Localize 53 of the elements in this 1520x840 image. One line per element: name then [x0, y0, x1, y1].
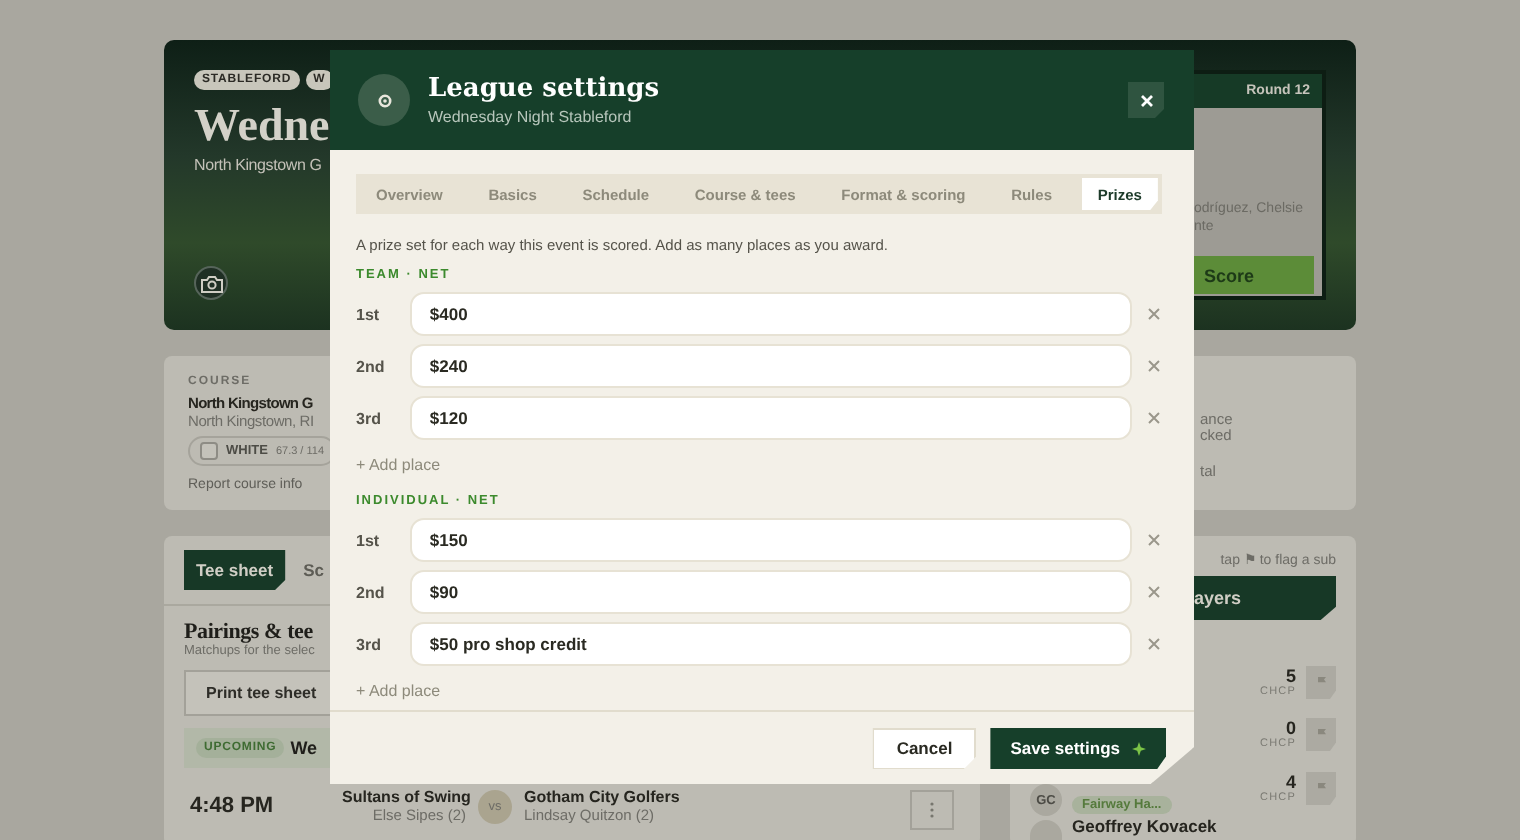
- dialog-subtitle: Wednesday Night Stableford: [428, 108, 634, 126]
- place-label: 3rd: [356, 635, 383, 653]
- place-label: 1st: [356, 531, 382, 549]
- close-icon: [1148, 360, 1160, 372]
- dialog-title: League settings: [428, 74, 662, 104]
- player-name: Geoffrey Kovacek: [1072, 818, 1217, 836]
- tee-time: 4:48 PM: [190, 794, 276, 818]
- close-icon: [1148, 638, 1160, 650]
- place-label: 2nd: [356, 583, 387, 601]
- place-label: 1st: [356, 305, 382, 323]
- course-name: North Kingstown G: [194, 156, 322, 175]
- more-button[interactable]: [910, 790, 954, 830]
- prize-field[interactable]: $50 pro shop credit: [409, 622, 1133, 666]
- camera-icon[interactable]: [194, 266, 228, 300]
- flag-button[interactable]: [1306, 717, 1336, 751]
- remove-button[interactable]: [1146, 532, 1162, 548]
- section-title: Pairings & tee: [184, 620, 313, 644]
- remove-button[interactable]: [1146, 358, 1162, 374]
- prize-field[interactable]: $150: [409, 518, 1133, 562]
- tee-tab[interactable]: Tee sheet: [184, 550, 286, 590]
- prize-field[interactable]: $400: [409, 292, 1133, 336]
- close-icon: [1148, 308, 1160, 320]
- close-icon: [1148, 586, 1160, 598]
- remove-button[interactable]: [1146, 306, 1162, 322]
- flag-icon: [1315, 782, 1327, 794]
- remove-button[interactable]: [1146, 584, 1162, 600]
- close-button[interactable]: [1128, 82, 1164, 118]
- league-icon: [358, 74, 410, 126]
- prize-field[interactable]: $90: [409, 570, 1133, 614]
- prize-field[interactable]: $120: [409, 396, 1133, 440]
- tee-swatch: [200, 442, 218, 460]
- place-label: 2nd: [356, 357, 387, 375]
- cancel-button[interactable]: Cancel: [872, 727, 977, 769]
- flag-button[interactable]: [1306, 771, 1336, 805]
- prize-field[interactable]: $240: [409, 344, 1133, 388]
- close-icon: [1148, 412, 1160, 424]
- save-button[interactable]: Save settings: [990, 727, 1166, 769]
- handicap-value: 0: [1283, 718, 1296, 738]
- flag-icon: [1315, 728, 1327, 740]
- flag-button[interactable]: [1306, 665, 1336, 699]
- close-icon: [1139, 93, 1153, 107]
- remove-button[interactable]: [1146, 410, 1162, 426]
- team-name: Sultans of Swing: [342, 788, 466, 806]
- status-text: We: [290, 738, 318, 758]
- flag-icon: [1315, 676, 1327, 688]
- sparkle-icon: [1132, 741, 1146, 755]
- handicap-value: 5: [1283, 666, 1296, 686]
- place-label: 3rd: [356, 409, 383, 427]
- event-title: Wedne: [194, 100, 330, 151]
- team-name: Gotham City Golfers: [524, 788, 680, 806]
- handicap-value: 4: [1283, 772, 1296, 792]
- remove-button[interactable]: [1146, 636, 1162, 652]
- close-icon: [1148, 534, 1160, 546]
